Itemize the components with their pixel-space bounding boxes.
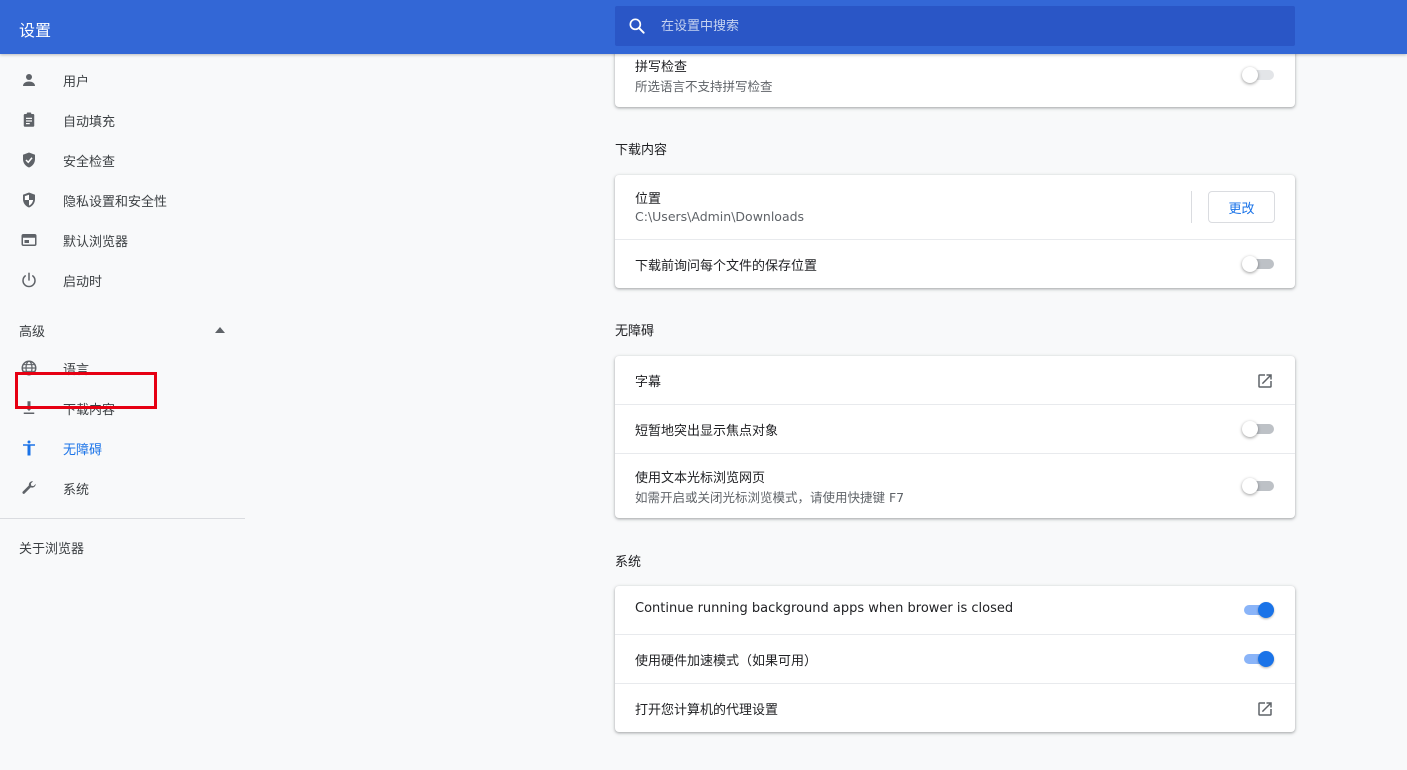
change-location-button[interactable]: 更改 bbox=[1208, 191, 1275, 223]
advanced-label: 高级 bbox=[19, 324, 46, 340]
arrow-up-icon bbox=[215, 325, 225, 335]
sidebar-item-label: 隐私设置和安全性 bbox=[63, 194, 168, 210]
search-box[interactable] bbox=[615, 6, 1295, 46]
accessibility-card: 字幕 短暂地突出显示焦点对象 使用文本光标浏览网页 如需开启或关闭光标浏览模式，… bbox=[615, 356, 1295, 518]
external-link-icon[interactable] bbox=[1256, 372, 1274, 390]
sidebar-item-startup[interactable]: 启动时 bbox=[0, 260, 245, 300]
download-ask-row[interactable]: 下载前询问每个文件的保存位置 bbox=[615, 239, 1295, 288]
caret-browsing-row[interactable]: 使用文本光标浏览网页 如需开启或关闭光标浏览模式，请使用快捷键 F7 bbox=[615, 453, 1295, 518]
background-apps-title: Continue running background apps when br… bbox=[635, 601, 1014, 616]
caret-browsing-subtitle: 如需开启或关闭光标浏览模式，请使用快捷键 F7 bbox=[635, 490, 905, 505]
hardware-acceleration-toggle[interactable] bbox=[1242, 651, 1274, 667]
system-card: Continue running background apps when br… bbox=[615, 586, 1295, 732]
caret-browsing-toggle[interactable] bbox=[1242, 478, 1274, 494]
download-location-row: 位置 C:\Users\Admin\Downloads 更改 bbox=[615, 175, 1295, 239]
sidebar-item-system[interactable]: 系统 bbox=[0, 468, 245, 508]
background-apps-toggle[interactable] bbox=[1242, 602, 1274, 618]
sidebar-item-people[interactable]: 用户 bbox=[0, 60, 245, 100]
search-input[interactable] bbox=[661, 18, 1241, 34]
highlight-box bbox=[15, 372, 157, 409]
background-apps-row[interactable]: Continue running background apps when br… bbox=[615, 586, 1295, 634]
sidebar-item-accessibility[interactable]: 无障碍 bbox=[0, 428, 245, 468]
sidebar-item-label: 安全检查 bbox=[63, 154, 116, 170]
sidebar-item-label: 启动时 bbox=[63, 274, 103, 290]
download-location-path: C:\Users\Admin\Downloads bbox=[635, 209, 805, 224]
shield-check-icon bbox=[19, 150, 39, 170]
person-icon bbox=[19, 70, 39, 90]
sidebar-item-label: 自动填充 bbox=[63, 114, 116, 130]
power-icon bbox=[19, 270, 39, 290]
download-ask-title: 下载前询问每个文件的保存位置 bbox=[635, 259, 818, 274]
spellcheck-toggle[interactable] bbox=[1242, 67, 1274, 83]
clipboard-icon bbox=[19, 110, 39, 130]
search-icon[interactable] bbox=[627, 16, 647, 36]
focus-highlight-toggle[interactable] bbox=[1242, 421, 1274, 437]
downloads-section-title: 下载内容 bbox=[615, 143, 668, 158]
shield-half-icon bbox=[19, 190, 39, 210]
system-section-title: 系统 bbox=[615, 555, 642, 570]
sidebar-item-label: 用户 bbox=[63, 74, 90, 90]
spellcheck-title: 拼写检查 bbox=[635, 60, 688, 75]
captions-row[interactable]: 字幕 bbox=[615, 356, 1295, 404]
browser-window-icon bbox=[19, 230, 39, 250]
proxy-settings-title: 打开您计算机的代理设置 bbox=[635, 703, 779, 718]
accessibility-icon bbox=[19, 438, 39, 458]
accessibility-section-title: 无障碍 bbox=[615, 324, 655, 339]
download-ask-toggle[interactable] bbox=[1242, 256, 1274, 272]
sidebar-divider bbox=[0, 518, 245, 519]
hardware-acceleration-row[interactable]: 使用硬件加速模式（如果可用） bbox=[615, 634, 1295, 683]
focus-highlight-row[interactable]: 短暂地突出显示焦点对象 bbox=[615, 404, 1295, 453]
sidebar-item-autofill[interactable]: 自动填充 bbox=[0, 100, 245, 140]
sidebar-item-label: 无障碍 bbox=[63, 442, 103, 458]
hardware-acceleration-title: 使用硬件加速模式（如果可用） bbox=[635, 654, 818, 669]
sidebar-item-privacy[interactable]: 隐私设置和安全性 bbox=[0, 180, 245, 220]
page-title: 设置 bbox=[19, 21, 52, 40]
sidebar-item-label: 默认浏览器 bbox=[63, 234, 129, 250]
external-link-icon[interactable] bbox=[1256, 700, 1274, 718]
spellcheck-subtitle: 所选语言不支持拼写检查 bbox=[635, 79, 773, 94]
sidebar: 用户 自动填充 安全检查 隐私设置和安全性 默认浏览器 启动时 高级 语言 下载… bbox=[0, 54, 245, 770]
sidebar-item-about[interactable]: 关于浏览器 bbox=[19, 538, 84, 557]
wrench-icon bbox=[19, 478, 39, 498]
captions-title: 字幕 bbox=[635, 375, 662, 390]
caret-browsing-title: 使用文本光标浏览网页 bbox=[635, 471, 766, 486]
sidebar-item-default-browser[interactable]: 默认浏览器 bbox=[0, 220, 245, 260]
sidebar-item-label: 系统 bbox=[63, 482, 90, 498]
advanced-toggle[interactable]: 高级 bbox=[0, 310, 245, 350]
vertical-separator bbox=[1191, 191, 1192, 223]
sidebar-item-safety-check[interactable]: 安全检查 bbox=[0, 140, 245, 180]
top-bar: 设置 bbox=[0, 0, 1407, 54]
downloads-card: 位置 C:\Users\Admin\Downloads 更改 下载前询问每个文件… bbox=[615, 175, 1295, 288]
focus-highlight-title: 短暂地突出显示焦点对象 bbox=[635, 424, 779, 439]
download-location-title: 位置 bbox=[635, 192, 662, 207]
proxy-settings-row[interactable]: 打开您计算机的代理设置 bbox=[615, 683, 1295, 732]
